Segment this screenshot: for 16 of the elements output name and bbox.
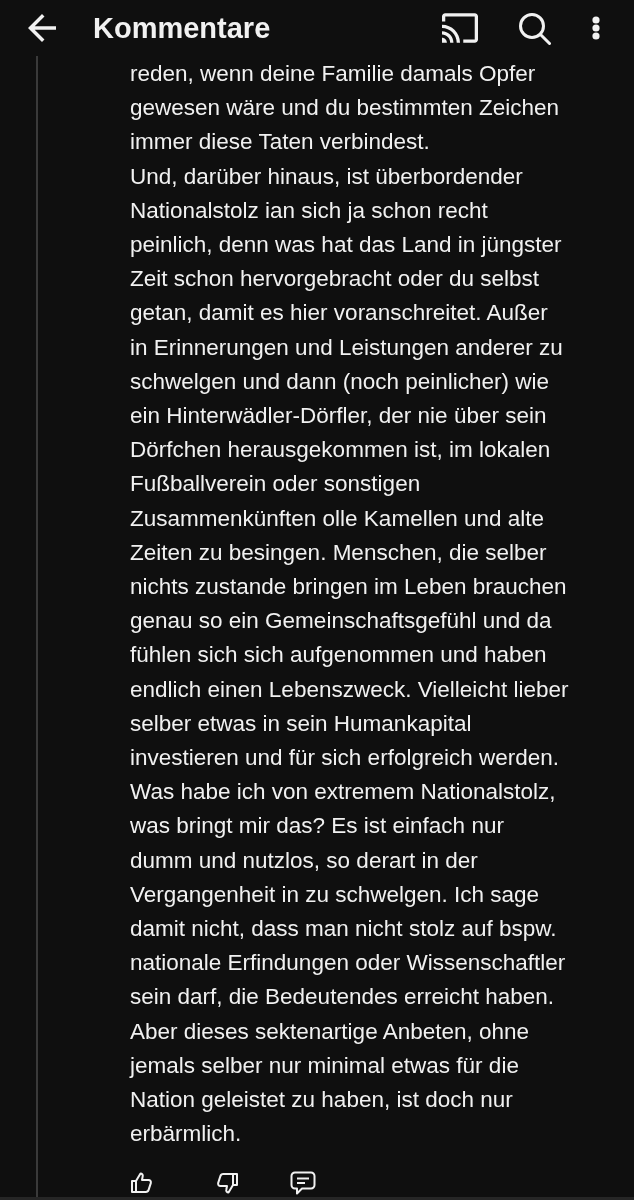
comment-text: reden, wenn deine Familie damals Opfer gewesen wäre und du bestimmten Zeichen immer diese Taten verbindest. Und, darüber hinaus, ist überbordender Nationalstolz ian sich ja schon recht peinlich, denn was hat das Land in jüngster Zeit schon hervorgebracht oder du selbst getan, damit es hier voranschreitet. Außer in Erinnerungen und Leistungen anderer zu schwelgen und dann (noch peinlicher) wie ein Hinterwädler-Dörfler, der nie über sein Dörfchen herausgekommen ist, im lokalen Fußballverein oder sonstigen Zusammenkünften olle Kamellen und alte Zeiten zu besingen. Menschen, die selber nichts zustande bringen im Leben brauchen genau so ein Gemeinschaftsgefühl und da fühlen sich sich aufgenommen und haben endlich einen Lebenszweck. Vielleicht lieber selber etwas in sein Humankapital investieren und für sich erfolgreich werden. Was habe ich von extremem Nationalstolz, was bringt mir das? Es ist einfach nur dumm und nutzlos, so derart in der Vergangenheit in zu schwelgen. Ich sage damit nicht, dass man nicht stolz auf bspw. nationale Erfindungen oder Wissenschaftler sein darf, die Bedeutendes erreicht haben. Aber dieses sektenartige Anbeten, ohne jemals selber nur minimal etwas für die Nation geleistet zu haben, ist doch nur erbärmlich. — [130, 60, 570, 1149]
cast-button[interactable] — [442, 13, 478, 43]
more-options-button[interactable] — [592, 16, 600, 40]
more-options-icon — [592, 16, 600, 40]
thumbs-up-icon — [130, 1170, 154, 1195]
search-button[interactable] — [518, 11, 551, 45]
like-button[interactable] — [130, 1170, 154, 1195]
comment-icon — [290, 1170, 316, 1195]
reply-button[interactable] — [290, 1170, 316, 1195]
cast-icon — [442, 13, 478, 43]
back-button[interactable] — [26, 12, 58, 44]
search-icon — [518, 11, 551, 45]
back-arrow-icon — [26, 14, 58, 42]
dislike-button[interactable] — [215, 1170, 239, 1195]
page-title: Kommentare — [93, 11, 271, 46]
thumbs-down-icon — [215, 1170, 239, 1195]
